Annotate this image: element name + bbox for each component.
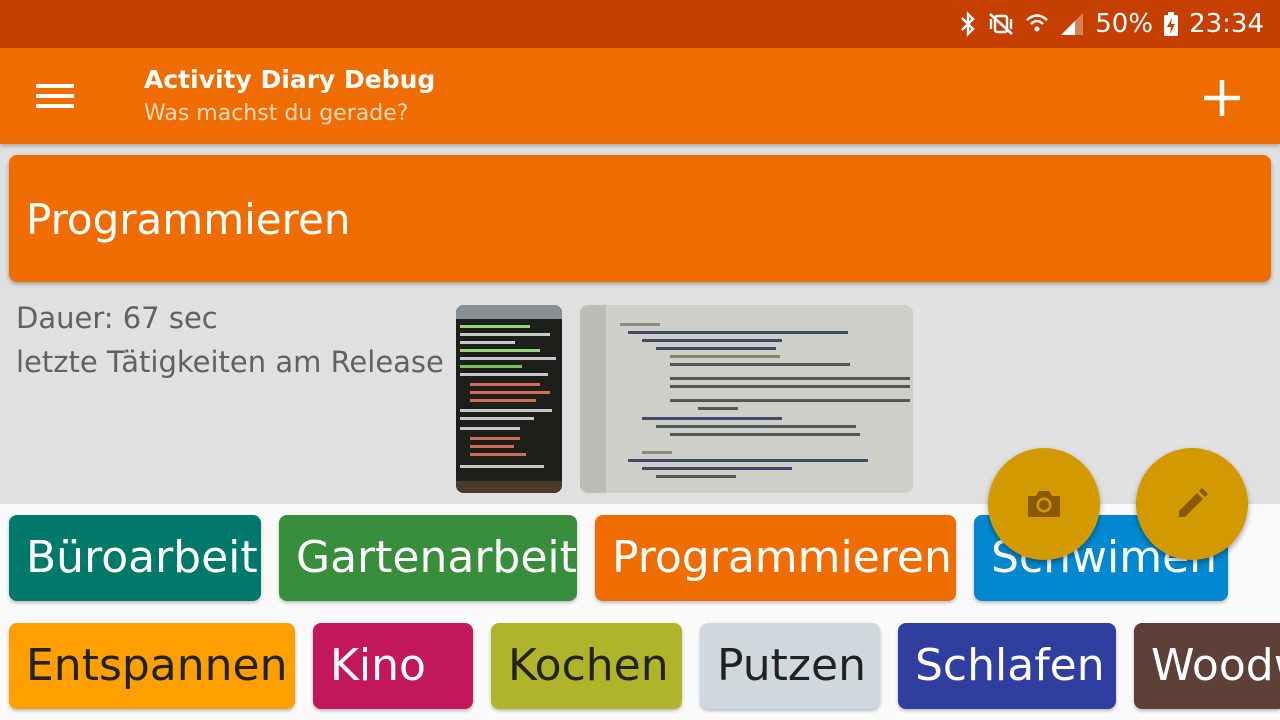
- app-title: Activity Diary Debug: [144, 65, 436, 94]
- camera-fab[interactable]: [988, 448, 1100, 560]
- activity-chip-programmieren[interactable]: Programmieren: [595, 515, 956, 601]
- status-icons: 50% 23:34: [959, 0, 1264, 48]
- pencil-icon: [1179, 488, 1208, 517]
- activity-chip-entspannen[interactable]: Entspannen: [9, 623, 295, 709]
- current-activity-card[interactable]: Programmieren: [9, 155, 1271, 282]
- activity-chip-putzen[interactable]: Putzen: [700, 623, 880, 709]
- terminal-photo[interactable]: [456, 305, 562, 493]
- activity-chip-gartenarbeit[interactable]: Gartenarbeit: [279, 515, 577, 601]
- app-bar: Activity Diary Debug Was machst du gerad…: [0, 48, 1280, 144]
- activity-chip-label: Putzen: [717, 640, 866, 691]
- activity-chip-bueroarbeit[interactable]: Büroarbeit: [9, 515, 261, 601]
- hamburger-menu-icon[interactable]: [28, 78, 84, 114]
- activity-duration: Dauer: 67 sec: [16, 301, 218, 335]
- activity-chip-label: Programmieren: [612, 532, 952, 583]
- activity-chip-label: Gartenarbeit: [296, 532, 577, 583]
- battery-charging-icon: [1164, 12, 1179, 36]
- plus-icon[interactable]: [1200, 76, 1244, 120]
- activity-details: Dauer: 67 sec letzte Tätigkeiten am Rele…: [16, 296, 444, 384]
- app-bar-titles: Activity Diary Debug Was machst du gerad…: [144, 64, 435, 132]
- current-activity-panel: Programmieren Dauer: 67 sec letzte Tätig…: [0, 144, 1280, 506]
- code-screen-photo[interactable]: [580, 305, 913, 493]
- activity-chip-label: Woodw: [1151, 640, 1280, 691]
- wifi-icon: [1026, 14, 1049, 32]
- activity-chip-label: Büroarbeit: [26, 532, 258, 583]
- activity-chip-kino[interactable]: Kino: [313, 623, 473, 709]
- activity-chip-label: Kino: [330, 640, 426, 691]
- status-bar: 50% 23:34: [0, 0, 1280, 48]
- vibrate-mute-icon: [989, 13, 1014, 35]
- clock: 23:34: [1189, 9, 1264, 39]
- activity-chip-label: Schlafen: [915, 640, 1105, 691]
- activity-note: letzte Tätigkeiten am Release: [16, 345, 444, 379]
- current-activity-name: Programmieren: [26, 195, 351, 244]
- battery-percent: 50%: [1095, 9, 1154, 39]
- activity-chip-schlafen[interactable]: Schlafen: [898, 623, 1116, 709]
- app-subtitle: Was machst du gerade?: [144, 101, 409, 126]
- activity-chip-kochen[interactable]: Kochen: [491, 623, 682, 709]
- activity-chip-woodw[interactable]: Woodw: [1134, 623, 1280, 709]
- activity-chip-label: Kochen: [508, 640, 669, 691]
- signal-icon: [1061, 13, 1084, 35]
- camera-icon: [1028, 491, 1060, 517]
- activity-chip-label: Entspannen: [26, 640, 288, 691]
- edit-fab[interactable]: [1136, 448, 1248, 560]
- bluetooth-icon: [961, 11, 975, 37]
